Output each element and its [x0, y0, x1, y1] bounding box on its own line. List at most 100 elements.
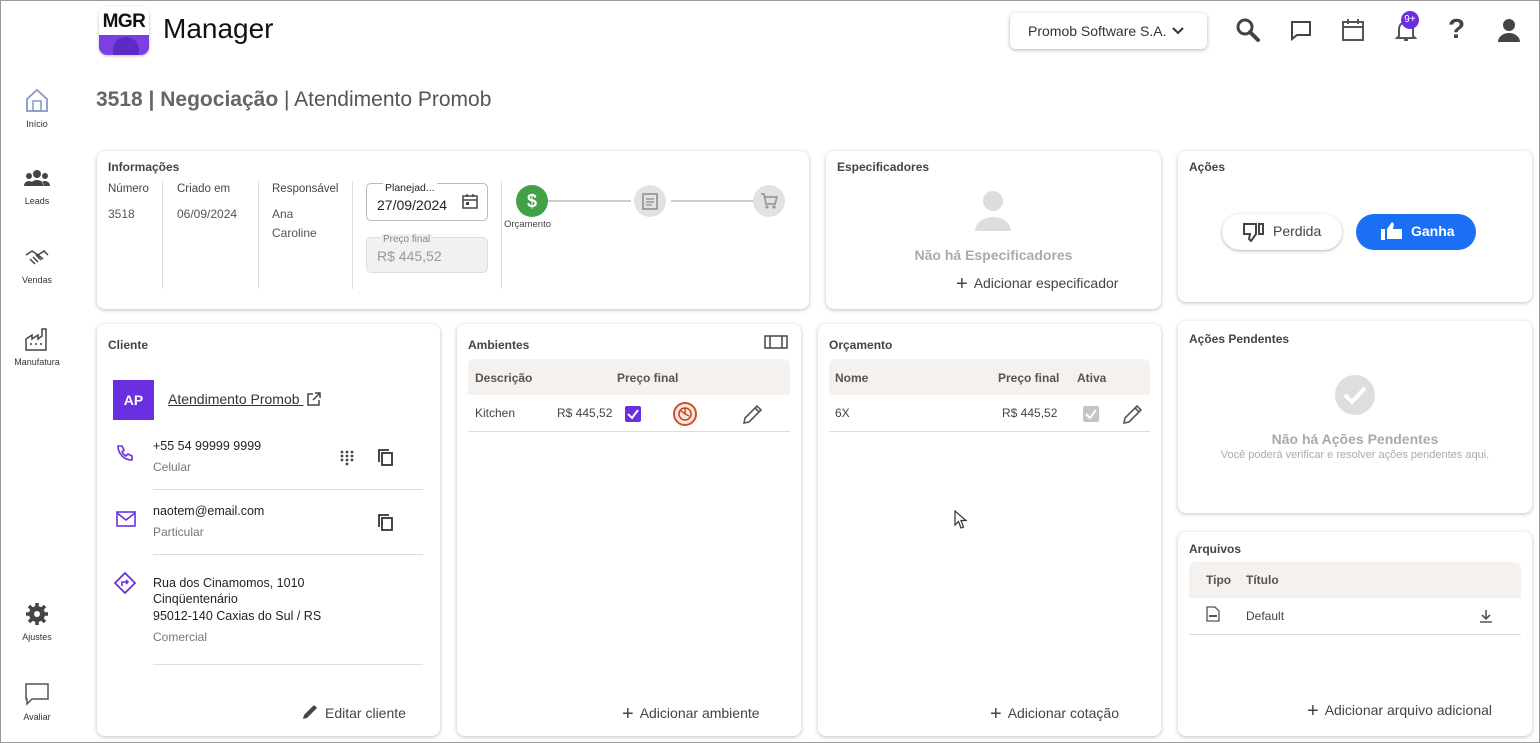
directions-icon	[114, 572, 136, 594]
company-name: Promob Software S.A.	[1028, 23, 1167, 39]
home-icon	[26, 88, 48, 112]
download-icon[interactable]	[1479, 609, 1493, 623]
perdida-button[interactable]: Perdida	[1222, 214, 1342, 250]
app-title: Manager	[163, 13, 274, 44]
table-header: Tipo Título	[1189, 562, 1521, 598]
avatar: AP	[113, 380, 154, 420]
pencil-icon[interactable]	[1122, 403, 1144, 425]
card-title: Informações	[108, 160, 180, 174]
add-cotacao-button[interactable]: + Adicionar cotação	[990, 703, 1119, 726]
sidebar-item-inicio[interactable]: Início	[1, 87, 73, 129]
sidebar-item-manufatura[interactable]: Manufatura	[1, 327, 73, 367]
promob-status-icon[interactable]	[673, 402, 697, 426]
notification-badge: 9+	[1401, 11, 1419, 29]
plus-icon: +	[956, 273, 968, 295]
sidebar-item-label: Manufatura	[14, 357, 60, 367]
ambientes-card: Ambientes Descrição Preço final Kitchen …	[457, 324, 801, 736]
thumbs-up-icon	[1381, 222, 1402, 240]
chevron-down-icon	[1172, 27, 1184, 35]
divider	[153, 554, 423, 555]
company-select[interactable]: Promob Software S.A.	[1010, 13, 1207, 49]
app-logo[interactable]: MGR	[99, 7, 149, 55]
check-icon	[1085, 409, 1097, 420]
columns-icon[interactable]	[764, 334, 788, 350]
acoes-card: Ações Perdida Ganha	[1178, 151, 1532, 302]
help-icon[interactable]: ?	[1448, 13, 1465, 45]
responsavel-label: Responsável	[272, 183, 339, 195]
cliente-name-link[interactable]: Atendimento Promob	[168, 391, 322, 407]
col-preco-final: Preço final	[998, 371, 1060, 385]
table-header: Descrição Preço final	[468, 359, 790, 395]
table-row[interactable]: Kitchen R$ 445,52	[468, 395, 790, 432]
sidebar-item-label: Ajustes	[22, 632, 52, 642]
add-ambiente-button[interactable]: + Adicionar ambiente	[622, 703, 760, 726]
table-row[interactable]: 6X R$ 445,52	[829, 395, 1150, 432]
ativa-checkbox	[1083, 406, 1099, 422]
step-clipboard-icon[interactable]	[634, 185, 666, 217]
user-avatar-icon[interactable]	[1496, 17, 1522, 43]
especificadores-card: Especificadores Não há Especificadores +…	[826, 151, 1161, 309]
numero-label: Número	[108, 183, 149, 195]
step-cart-icon[interactable]	[753, 185, 785, 217]
email-type: Particular	[153, 525, 204, 539]
add-arquivo-button[interactable]: + Adicionar arquivo adicional	[1307, 700, 1492, 723]
empty-state-text: Não há Especificadores	[914, 247, 1073, 263]
chat-icon	[25, 683, 49, 706]
mail-icon	[116, 511, 136, 527]
divider	[162, 181, 163, 289]
plus-icon: +	[622, 703, 634, 725]
phone-value: +55 54 99999 9999	[153, 439, 262, 453]
email-value: naotem@email.com	[153, 504, 265, 518]
preco-final-field: Preço final R$ 445,52	[366, 234, 488, 273]
calendar-icon[interactable]	[1340, 17, 1366, 43]
page-title-separator: |	[278, 88, 295, 111]
logo-shape	[113, 37, 139, 55]
planejado-value: 27/09/2024	[377, 197, 448, 213]
card-title: Cliente	[108, 338, 149, 352]
add-especificador-button[interactable]: + Adicionar especificador	[956, 273, 1118, 296]
table-row[interactable]: Default	[1189, 598, 1521, 635]
acoes-pendentes-card: Ações Pendentes Não há Ações Pendentes V…	[1178, 321, 1532, 513]
preco-value: R$ 445,52	[377, 248, 442, 264]
address-line-3: 95012-140 Caxias do Sul / RS	[153, 609, 322, 623]
card-title: Especificadores	[837, 160, 930, 174]
add-ambiente-label: Adicionar ambiente	[639, 705, 760, 721]
address-type: Comercial	[153, 630, 208, 644]
card-title: Ações	[1189, 160, 1226, 174]
active-checkbox[interactable]	[625, 406, 641, 422]
criado-value: 06/09/2024	[177, 207, 238, 221]
stepper-line	[671, 200, 753, 202]
sidebar-item-label: Início	[26, 119, 48, 129]
arquivos-card: Arquivos Tipo Título Default + Adicionar …	[1178, 532, 1532, 736]
calendar-icon[interactable]	[462, 193, 478, 209]
pencil-icon[interactable]	[742, 403, 764, 425]
pencil-icon	[303, 705, 317, 719]
step-orcamento-icon[interactable]: $	[516, 185, 548, 217]
planejado-date-field[interactable]: Planejad... 27/09/2024	[366, 182, 488, 221]
edit-cliente-button[interactable]: Editar cliente	[301, 703, 406, 721]
col-preco-final: Preço final	[617, 371, 679, 385]
sidebar-item-vendas[interactable]: Vendas	[1, 247, 73, 285]
edit-cliente-label: Editar cliente	[325, 705, 406, 721]
ambiente-desc: Kitchen	[475, 406, 516, 420]
orcamento-name: 6X	[835, 406, 850, 420]
sidebar-item-avaliar[interactable]: Avaliar	[1, 682, 73, 722]
people-icon	[24, 170, 50, 186]
table-header: Nome Preço final Ativa	[829, 359, 1150, 395]
sidebar-item-ajustes[interactable]: Ajustes	[1, 602, 73, 642]
divider	[153, 664, 423, 665]
perdida-label: Perdida	[1273, 223, 1322, 239]
person-placeholder-icon	[975, 191, 1011, 231]
plus-icon: +	[990, 703, 1002, 725]
dialpad-icon[interactable]	[340, 450, 354, 466]
chat-icon[interactable]	[1288, 17, 1314, 43]
search-icon[interactable]	[1235, 17, 1261, 43]
copy-icon[interactable]	[378, 449, 394, 467]
responsavel-value-2: Caroline	[272, 226, 317, 240]
ganha-button[interactable]: Ganha	[1356, 214, 1476, 250]
copy-icon[interactable]	[378, 514, 394, 532]
address-line-2: Cinqüentenário	[153, 592, 238, 606]
sidebar-item-leads[interactable]: Leads	[1, 168, 73, 206]
empty-state-subtext: Você poderá verificar e resolver ações p…	[1220, 449, 1490, 461]
phone-type: Celular	[153, 460, 192, 474]
